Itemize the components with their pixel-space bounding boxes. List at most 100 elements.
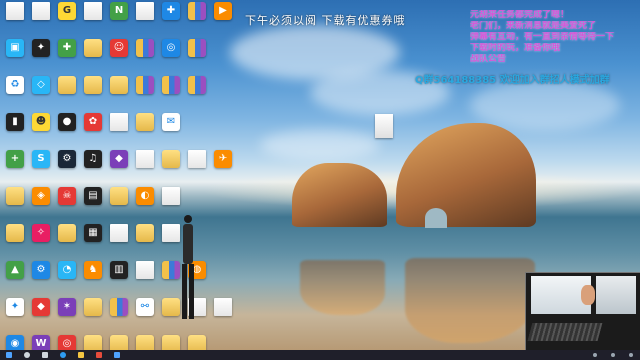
desktop-shortcut-icon[interactable]: [185, 39, 209, 68]
desktop-shortcut-icon[interactable]: ✧: [29, 224, 53, 253]
desktop-shortcut-icon[interactable]: ✈: [211, 150, 235, 179]
task-view-icon[interactable]: [38, 351, 52, 359]
desktop-shortcut-icon[interactable]: [107, 298, 131, 327]
desktop-shortcut-icon[interactable]: [159, 187, 183, 216]
notification-icon[interactable]: [624, 351, 638, 359]
browser-icon[interactable]: [56, 351, 70, 359]
shortcut-tile: ◎: [58, 335, 76, 350]
desktop-shortcut-icon[interactable]: ✦: [3, 298, 27, 327]
desktop-shortcut-icon[interactable]: [133, 113, 157, 142]
desktop-shortcut-icon[interactable]: ▥: [107, 261, 131, 290]
desktop-shortcut-icon[interactable]: [55, 76, 79, 105]
desktop-shortcut-icon[interactable]: [3, 187, 27, 216]
desktop-shortcut-icon[interactable]: ◇: [29, 76, 53, 105]
desktop-shortcut-icon[interactable]: ◎: [55, 335, 79, 350]
desktop-shortcut-icon[interactable]: [185, 76, 209, 105]
desktop-shortcut-icon[interactable]: ▦: [81, 224, 105, 253]
desktop-shortcut-icon[interactable]: ◎: [159, 39, 183, 68]
desktop-shortcut-icon[interactable]: ✦: [29, 39, 53, 68]
overlay-figure: [180, 215, 196, 325]
volume-icon[interactable]: [606, 351, 620, 359]
desktop-shortcut-icon[interactable]: [107, 113, 131, 142]
desktop-shortcut-icon[interactable]: ✿: [81, 113, 105, 142]
desktop-shortcut-icon[interactable]: [81, 76, 105, 105]
shortcut-tile: [188, 39, 206, 57]
shortcut-tile: [136, 150, 154, 168]
desktop-shortcut-icon[interactable]: [185, 150, 209, 179]
desktop-shortcut-icon[interactable]: [81, 335, 105, 350]
desktop-document-icon[interactable]: [375, 114, 393, 138]
shortcut-tile: ◎: [162, 39, 180, 57]
media-icon[interactable]: [92, 351, 106, 359]
desktop: 下午必须以阅 下载有优惠券哦 元胡来任务都完成了嗯！ 老门们，来新消息就是美爱死…: [0, 0, 640, 350]
desktop-shortcut-icon[interactable]: ▣: [3, 39, 27, 68]
desktop-shortcut-icon[interactable]: [133, 335, 157, 350]
desktop-shortcut-icon[interactable]: ◆: [107, 150, 131, 179]
desktop-shortcut-icon[interactable]: [81, 39, 105, 68]
shortcut-tile: [110, 113, 128, 131]
desktop-shortcut-icon[interactable]: [185, 335, 209, 350]
desktop-shortcut-icon[interactable]: ⚙: [29, 261, 53, 290]
desktop-shortcut-icon[interactable]: [3, 2, 27, 31]
desktop-shortcut-icon[interactable]: [133, 39, 157, 68]
store-icon[interactable]: [110, 351, 124, 359]
desktop-shortcut-icon[interactable]: ◉: [3, 335, 27, 350]
desktop-shortcut-icon[interactable]: [159, 150, 183, 179]
desktop-shortcut-icon[interactable]: ✚: [159, 2, 183, 31]
desktop-shortcut-icon[interactable]: [55, 224, 79, 253]
desktop-shortcut-icon[interactable]: [159, 335, 183, 350]
desktop-shortcut-icon[interactable]: G: [55, 2, 79, 31]
desktop-shortcut-icon[interactable]: [81, 298, 105, 327]
desktop-shortcut-icon[interactable]: ◆: [29, 298, 53, 327]
shortcut-tile: W: [32, 335, 50, 350]
desktop-shortcut-icon[interactable]: [185, 2, 209, 31]
desktop-shortcut-icon[interactable]: ✶: [55, 298, 79, 327]
desktop-shortcut-icon[interactable]: ▤: [81, 187, 105, 216]
desktop-shortcut-icon[interactable]: [81, 2, 105, 31]
desktop-shortcut-icon[interactable]: [3, 224, 27, 253]
shortcut-tile: [162, 187, 180, 205]
desktop-shortcut-icon[interactable]: [107, 224, 131, 253]
desktop-shortcut-icon[interactable]: +: [3, 150, 27, 179]
desktop-shortcut-icon[interactable]: ▶: [211, 2, 235, 31]
desktop-shortcut-icon[interactable]: [133, 2, 157, 31]
desktop-shortcut-icon[interactable]: ◐: [133, 187, 157, 216]
shortcut-tile: ◈: [32, 187, 50, 205]
desktop-shortcut-icon[interactable]: ✚: [55, 39, 79, 68]
network-icon[interactable]: [588, 351, 602, 359]
desktop-shortcut-icon[interactable]: W: [29, 335, 53, 350]
desktop-shortcut-icon[interactable]: [133, 224, 157, 253]
desktop-shortcut-icon[interactable]: ◈: [29, 187, 53, 216]
desktop-shortcut-icon[interactable]: ⚙: [55, 150, 79, 179]
start-icon[interactable]: [2, 351, 16, 359]
desktop-shortcut-icon[interactable]: [107, 76, 131, 105]
desktop-shortcut-icon[interactable]: ✉: [159, 113, 183, 142]
desktop-shortcut-icon[interactable]: ☠: [55, 187, 79, 216]
shortcut-tile: [32, 2, 50, 20]
explorer-icon[interactable]: [74, 351, 88, 359]
desktop-shortcut-icon[interactable]: ♫: [81, 150, 105, 179]
rock-reflection: [300, 260, 385, 315]
search-icon[interactable]: [20, 351, 34, 359]
desktop-shortcut-icon[interactable]: S: [29, 150, 53, 179]
desktop-shortcut-icon[interactable]: N: [107, 2, 131, 31]
desktop-shortcut-icon[interactable]: ♻: [3, 76, 27, 105]
desktop-shortcut-icon[interactable]: [107, 335, 131, 350]
desktop-shortcut-icon[interactable]: [107, 187, 131, 216]
desktop-shortcut-icon[interactable]: ◔: [55, 261, 79, 290]
desktop-shortcut-icon[interactable]: ●: [55, 113, 79, 142]
desktop-shortcut-icon[interactable]: ☻: [29, 113, 53, 142]
desktop-shortcut-icon[interactable]: [133, 76, 157, 105]
desktop-shortcut-icon[interactable]: ⚯: [133, 298, 157, 327]
shortcut-tile: [136, 113, 154, 131]
desktop-shortcut-icon[interactable]: [211, 298, 235, 327]
desktop-shortcut-icon[interactable]: [133, 261, 157, 290]
desktop-shortcut-icon[interactable]: [159, 76, 183, 105]
desktop-shortcut-icon[interactable]: ♞: [81, 261, 105, 290]
desktop-shortcut-icon[interactable]: ▮: [3, 113, 27, 142]
desktop-shortcut-icon[interactable]: [29, 2, 53, 31]
desktop-shortcut-icon[interactable]: ☺: [107, 39, 131, 68]
desktop-shortcut-icon[interactable]: [133, 150, 157, 179]
desktop-shortcut-icon[interactable]: ▲: [3, 261, 27, 290]
system-tray: [586, 351, 640, 359]
